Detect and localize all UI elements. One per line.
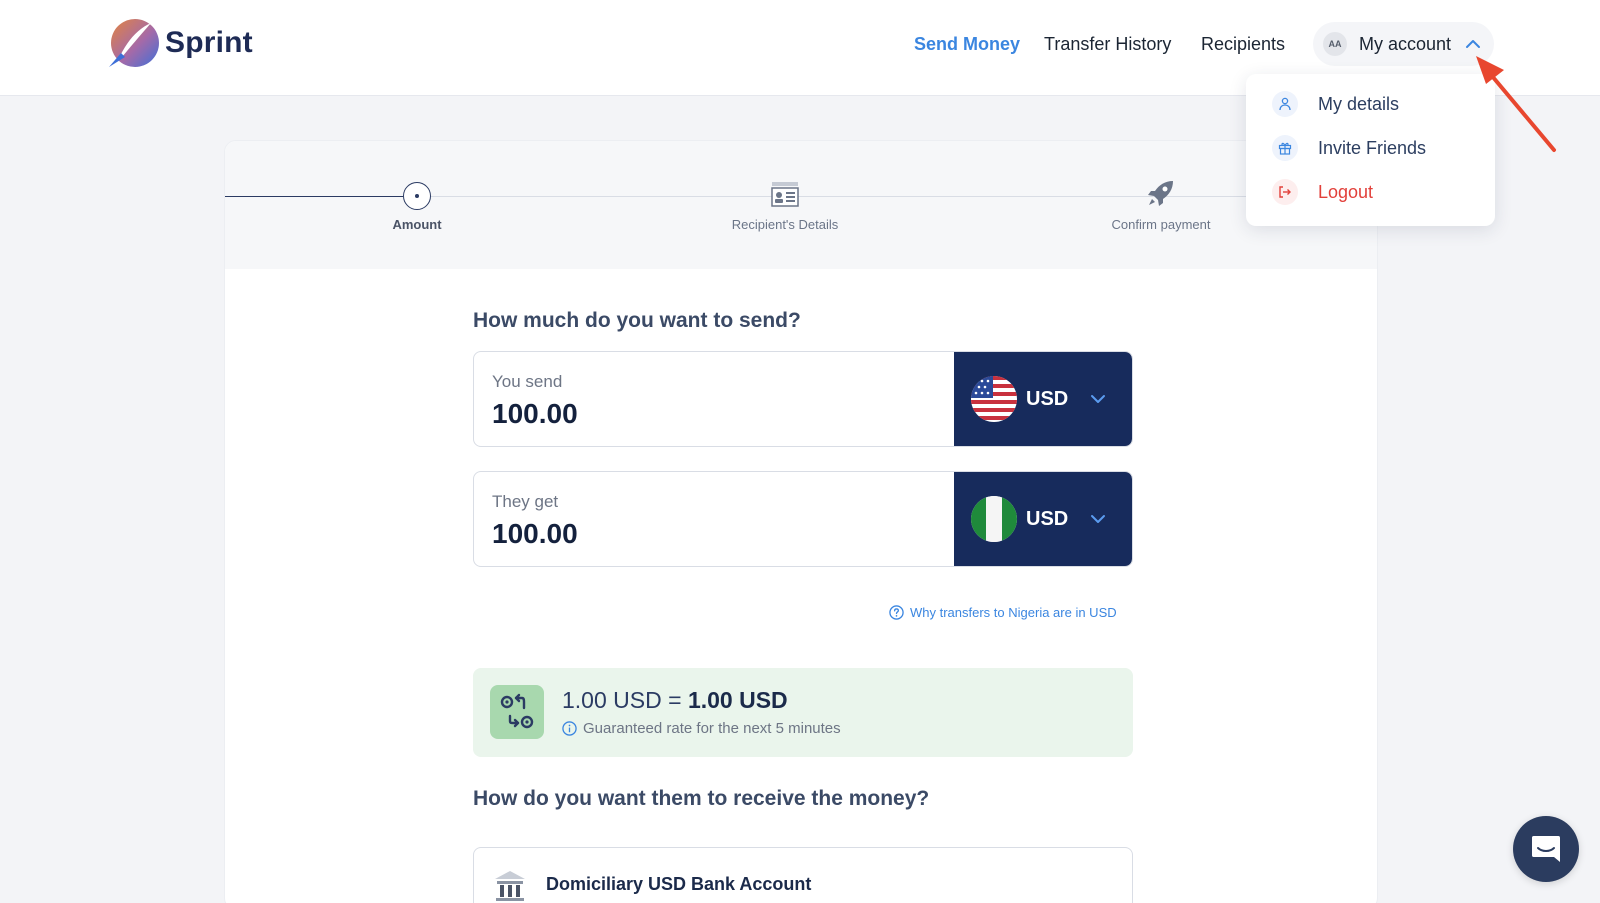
stepper-track-line [431, 196, 1377, 197]
us-flag-icon [971, 376, 1017, 422]
send-currency-selector[interactable]: USD [954, 352, 1132, 446]
sprint-logo-icon [109, 19, 159, 67]
nav-send-money[interactable]: Send Money [914, 34, 1020, 55]
step-amount-label: Amount [392, 217, 442, 232]
menu-item-my-details-label: My details [1318, 93, 1400, 114]
why-usd-link-text: Why transfers to Nigeria are in USD [910, 605, 1117, 620]
nav-transfer-history[interactable]: Transfer History [1044, 34, 1171, 55]
info-icon [562, 721, 577, 736]
gift-icon [1272, 135, 1298, 161]
menu-item-logout-label: Logout [1318, 181, 1374, 202]
logout-icon [1272, 179, 1298, 205]
send-amount-field[interactable]: You send 100.00 USD [473, 351, 1133, 447]
receive-currency-code: USD [1026, 507, 1069, 530]
receive-amount-label: They get [492, 492, 559, 511]
exchange-rate-panel: 1.00 USD = 1.00 USD Guaranteed rate for … [473, 668, 1133, 757]
menu-item-invite-friends[interactable]: Invite Friends [1272, 135, 1426, 161]
nigeria-flag-icon [971, 496, 1017, 542]
exchange-rate-text: 1.00 USD = 1.00 USD [562, 687, 788, 714]
rocket-icon [1148, 181, 1173, 206]
stepper-progress-line [225, 196, 403, 197]
question-circle-icon [889, 605, 904, 620]
user-icon [1272, 91, 1298, 117]
menu-item-invite-friends-label: Invite Friends [1318, 137, 1427, 158]
rate-guarantee-note: Guaranteed rate for the next 5 minutes [562, 720, 841, 737]
progress-stepper: Amount Recipient's Details Confirm payme… [225, 141, 1377, 269]
chevron-up-icon [1466, 40, 1481, 48]
receive-currency-selector[interactable]: USD [954, 472, 1132, 566]
rate-guarantee-text: Guaranteed rate for the next 5 minutes [583, 720, 841, 737]
receive-amount-field[interactable]: They get 100.00 USD [473, 471, 1133, 567]
account-dropdown-menu: My details Invite Friends Logout [1246, 74, 1495, 226]
chevron-down-icon [1091, 515, 1106, 523]
rate-rhs: 1.00 USD [687, 687, 788, 713]
brand-logo[interactable]: Sprint [107, 17, 253, 69]
my-account-label: My account [1359, 33, 1452, 54]
chat-icon [1532, 836, 1560, 862]
rate-lhs: 1.00 USD = [562, 687, 682, 713]
avatar: AA [1323, 32, 1347, 56]
send-currency-code: USD [1026, 387, 1069, 410]
step-recipient-label: Recipient's Details [731, 217, 839, 232]
delivery-option-label: Domiciliary USD Bank Account [546, 874, 812, 894]
send-money-card: Amount Recipient's Details Confirm payme… [224, 140, 1378, 903]
step-confirm-label: Confirm payment [1111, 217, 1211, 232]
amount-section-title: How much do you want to send? [473, 309, 801, 332]
chevron-down-icon [1091, 395, 1106, 403]
why-usd-link[interactable]: Why transfers to Nigeria are in USD [889, 605, 1117, 620]
delivery-option-domiciliary[interactable]: Domiciliary USD Bank Account [473, 847, 1133, 903]
id-card-icon [771, 182, 799, 207]
step-amount-indicator [403, 182, 431, 210]
brand-name: Sprint [165, 26, 253, 59]
exchange-icon [490, 685, 544, 739]
chat-support-button[interactable] [1513, 816, 1579, 882]
menu-item-logout[interactable]: Logout [1272, 179, 1373, 205]
send-amount-value[interactable]: 100.00 [492, 398, 578, 430]
delivery-section-title: How do you want them to receive the mone… [473, 787, 930, 810]
send-amount-label: You send [492, 372, 563, 391]
nav-recipients[interactable]: Recipients [1201, 34, 1285, 55]
menu-item-my-details[interactable]: My details [1272, 91, 1399, 117]
bank-icon [495, 871, 525, 901]
my-account-button[interactable]: AA My account [1313, 22, 1494, 66]
receive-amount-value[interactable]: 100.00 [492, 518, 578, 550]
